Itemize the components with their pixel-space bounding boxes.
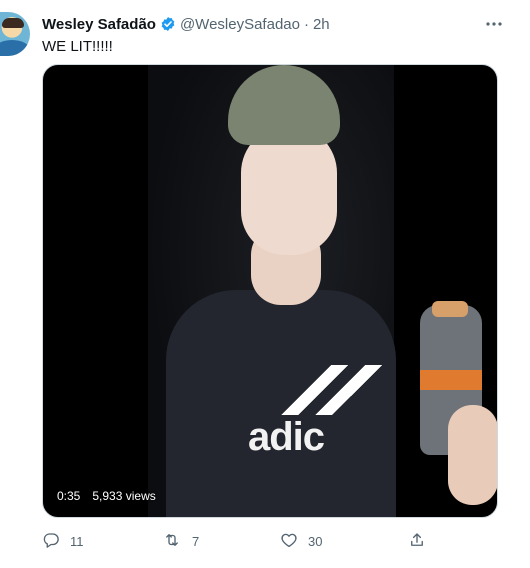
avatar-hair: [2, 18, 24, 28]
tweet-text: WE LIT!!!!!: [42, 38, 113, 55]
tweet-header: Wesley Safadão @WesleySafadao · 2h: [42, 14, 330, 34]
video-meta: 0:35 5,933 views: [57, 489, 156, 503]
tweet-actions: 11 7 30: [42, 530, 482, 552]
retweet-icon: [162, 531, 182, 552]
retweet-count: 7: [192, 533, 200, 549]
retweet-button[interactable]: 7: [162, 531, 199, 552]
share-icon: [408, 531, 426, 552]
shirt-logo-text: adic: [248, 415, 325, 459]
like-button[interactable]: 30: [280, 531, 322, 552]
video-frame: adic: [148, 65, 497, 517]
separator-dot: ·: [303, 15, 309, 33]
video-bottle-cap: [432, 301, 468, 317]
share-button[interactable]: [408, 531, 426, 552]
video-duration: 0:35: [57, 489, 81, 503]
reply-icon: [42, 531, 60, 552]
video-figure-cap: [228, 65, 340, 145]
tweet-card: Wesley Safadão @WesleySafadao · 2h WE LI…: [0, 0, 530, 568]
video-figure-hand: [448, 405, 497, 505]
reply-count: 11: [70, 533, 84, 549]
author-name[interactable]: Wesley Safadão: [42, 16, 156, 33]
heart-icon: [280, 531, 298, 552]
author-handle[interactable]: @WesleySafadao: [180, 16, 300, 33]
avatar[interactable]: [0, 12, 30, 56]
video-bottle-label: [420, 370, 482, 390]
verified-badge-icon: [160, 16, 176, 32]
video-player[interactable]: adic 0:35 5,933 views: [42, 64, 498, 518]
video-views: 5,933 views: [92, 489, 156, 503]
shirt-logo-stripes: [263, 365, 383, 415]
more-icon[interactable]: [482, 14, 506, 34]
avatar-shirt: [0, 40, 30, 56]
like-count: 30: [308, 533, 323, 549]
reply-button[interactable]: 11: [42, 531, 162, 552]
tweet-timestamp[interactable]: 2h: [313, 16, 330, 33]
